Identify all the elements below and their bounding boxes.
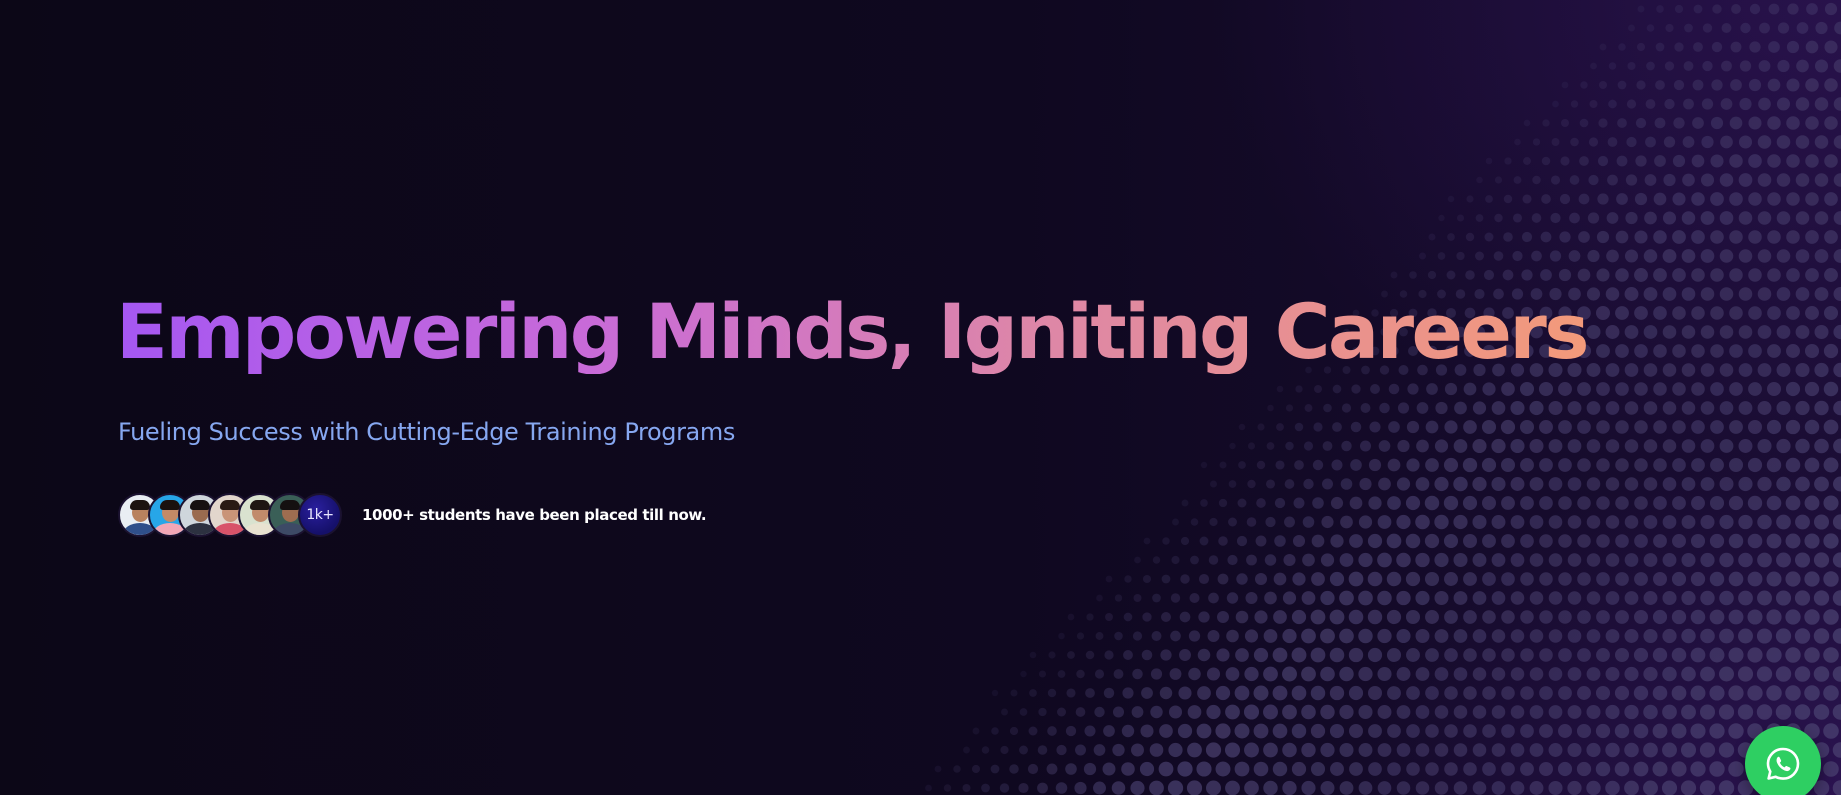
hero-subheadline: Fueling Success with Cutting-Edge Traini…: [118, 418, 735, 446]
whatsapp-button[interactable]: [1745, 726, 1821, 795]
whatsapp-icon: [1766, 747, 1800, 780]
students-count-badge: 1k+: [298, 493, 342, 537]
hero-headline: Empowering Minds, Igniting Careers: [116, 287, 1589, 376]
decorative-dot-pattern: [925, 2, 1841, 795]
student-avatar-stack: [118, 493, 312, 537]
placement-stat-text: 1000+ students have been placed till now…: [362, 506, 707, 524]
hero-section: Empowering Minds, Igniting Careers Fueli…: [0, 0, 1841, 795]
social-proof: 1k+ 1000+ students have been placed till…: [118, 491, 707, 539]
